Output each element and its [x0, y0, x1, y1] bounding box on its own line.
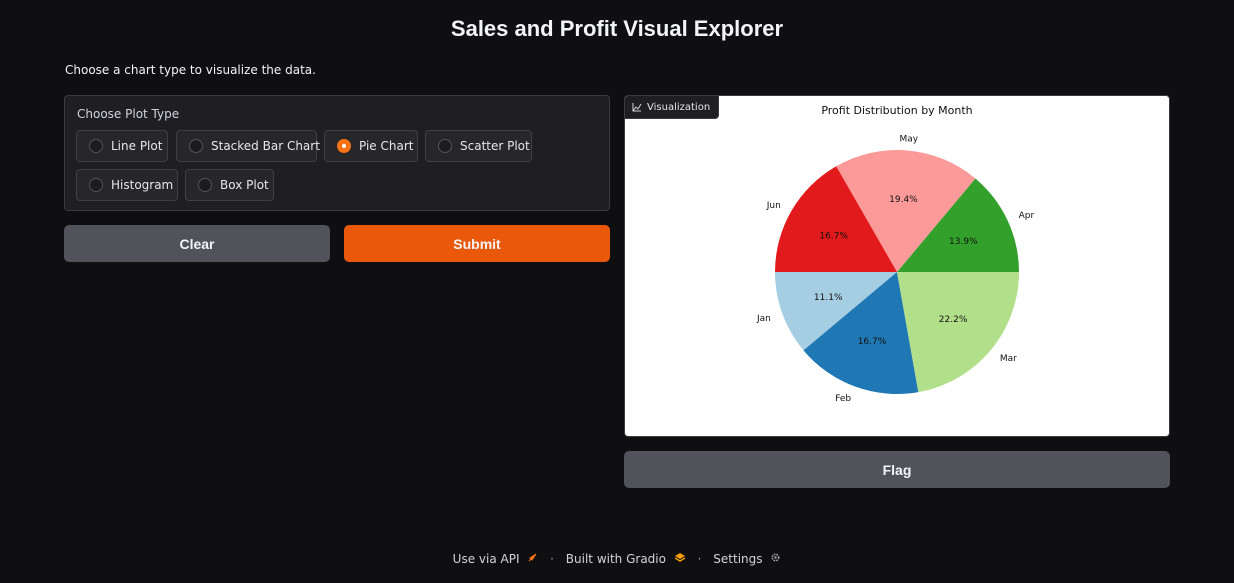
gradio-logo-icon	[674, 552, 686, 566]
radio-icon	[89, 139, 103, 153]
use-via-api-link[interactable]: Use via API	[453, 552, 520, 566]
chart-title: Profit Distribution by Month	[821, 104, 972, 117]
radio-icon	[198, 178, 212, 192]
option-label: Pie Chart	[359, 139, 414, 153]
footer-separator: ·	[550, 551, 554, 566]
page-title: Sales and Profit Visual Explorer	[450, 16, 784, 41]
footer: Use via API · Built with Gradio · Settin…	[0, 551, 1234, 566]
option-box-plot[interactable]: Box Plot	[185, 169, 274, 201]
option-histogram[interactable]: Histogram	[76, 169, 178, 201]
option-label: Stacked Bar Chart	[211, 139, 320, 153]
option-label: Box Plot	[220, 178, 269, 192]
visualization-label: Visualization	[647, 101, 711, 113]
radio-icon	[189, 139, 203, 153]
option-label: Line Plot	[111, 139, 163, 153]
option-scatter-plot[interactable]: Scatter Plot	[425, 130, 532, 162]
radio-icon	[89, 178, 103, 192]
pie-percent-label: 16.7%	[819, 231, 848, 241]
page-description: Choose a chart type to visualize the dat…	[65, 63, 316, 77]
pie-category-label: Jan	[756, 314, 771, 324]
built-with-gradio-link[interactable]: Built with Gradio	[566, 552, 666, 566]
flag-button[interactable]: Flag	[624, 451, 1170, 488]
pie-slice-mar	[897, 272, 1019, 393]
radio-selected-icon	[337, 139, 351, 153]
visualization-label-tag: Visualization	[625, 96, 720, 119]
pie-chart: Profit Distribution by Month Jan 11.1% Feb…	[756, 104, 1035, 404]
plot-type-radio-group: Choose Plot Type Line Plot Stacked Bar C…	[64, 95, 610, 211]
option-pie-chart[interactable]: Pie Chart	[324, 130, 418, 162]
pie-category-label: Apr	[1019, 211, 1035, 221]
pie-percent-label: 16.7%	[858, 337, 887, 347]
option-stacked-bar-chart[interactable]: Stacked Bar Chart	[176, 130, 320, 162]
gear-icon	[770, 552, 781, 566]
option-label: Scatter Plot	[460, 139, 530, 153]
option-label: Histogram	[111, 178, 174, 192]
pie-category-label: Mar	[1000, 354, 1017, 364]
pie-category-label: Jun	[766, 201, 781, 211]
clear-button[interactable]: Clear	[64, 225, 330, 262]
option-line-plot[interactable]: Line Plot	[76, 130, 168, 162]
pie-percent-label: 19.4%	[889, 195, 918, 205]
radio-icon	[438, 139, 452, 153]
footer-separator: ·	[697, 551, 702, 566]
plot-type-label: Choose Plot Type	[77, 107, 180, 121]
chart-icon	[632, 103, 642, 112]
settings-link[interactable]: Settings	[713, 552, 762, 566]
pie-category-label: Feb	[835, 394, 851, 404]
pie-category-label: May	[899, 134, 918, 144]
submit-button[interactable]: Submit	[344, 225, 610, 262]
visualization-panel: Profit Distribution by Month Jan 11.1% Feb…	[624, 95, 1170, 437]
rocket-icon	[527, 552, 538, 566]
pie-percent-label: 22.2%	[939, 315, 968, 325]
pie-percent-label: 13.9%	[949, 237, 978, 247]
pie-percent-label: 11.1%	[814, 293, 843, 303]
